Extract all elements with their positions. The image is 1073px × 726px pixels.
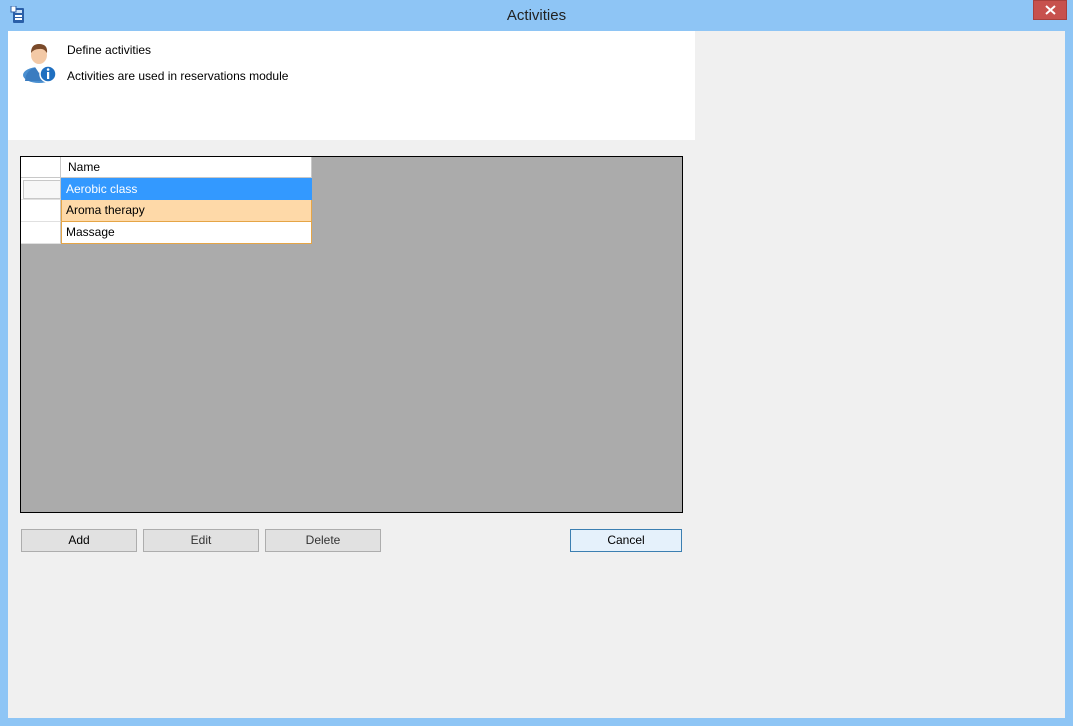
column-header-name[interactable]: Name [61,157,312,178]
activities-grid[interactable]: Name Aerobic class Aroma therapy Massage [20,156,683,513]
header-subtitle: Activities are used in reservations modu… [67,69,289,83]
cancel-button[interactable]: Cancel [570,529,682,552]
add-button[interactable]: Add [21,529,137,552]
user-info-icon [23,44,57,83]
close-icon [1045,5,1056,15]
table-cell-name[interactable]: Aroma therapy [61,200,312,222]
close-button[interactable] [1033,0,1067,20]
header-title: Define activities [67,43,152,57]
row-header[interactable] [21,222,61,244]
activities-window: Activities Define activities Activities … [0,0,1073,726]
dialog-client-area: Define activities Activities are used in… [8,31,1065,718]
window-title: Activities [506,7,567,24]
delete-button[interactable]: Delete [265,529,381,552]
info-header-panel: Define activities Activities are used in… [8,31,695,140]
table-cell-name[interactable]: Aerobic class [61,178,312,200]
edit-button[interactable]: Edit [143,529,259,552]
table-cell-name[interactable]: Massage [61,222,312,244]
row-header[interactable] [21,200,61,222]
title-bar[interactable]: Activities [0,0,1073,31]
grid-corner-header[interactable] [21,157,61,178]
row-header[interactable] [21,178,61,200]
